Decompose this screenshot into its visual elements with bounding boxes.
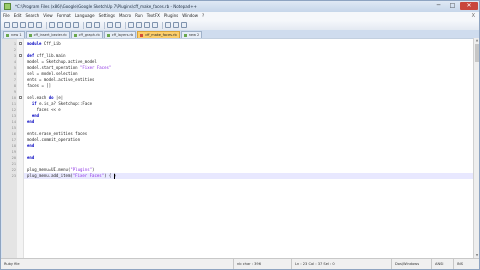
tab-label: new 1 (11, 33, 22, 37)
status-position: Ln : 23 Col : 37 Sel : 0 (291, 259, 391, 269)
saved-file-icon (73, 34, 77, 37)
paste-icon[interactable] (73, 22, 79, 28)
code-line[interactable]: end (27, 119, 34, 125)
macro-stop-icon[interactable] (173, 22, 179, 28)
maximize-button[interactable]: □ (446, 2, 459, 10)
macro-play-icon[interactable] (181, 22, 187, 28)
fold-toggle-icon[interactable] (19, 42, 22, 45)
menu-window[interactable]: Window (180, 12, 200, 20)
code-line[interactable]: module Cff_Lib (27, 41, 61, 47)
status-bar: Ruby file nb char : 396 Ln : 23 Col : 37… (1, 258, 479, 269)
window-title: *C:\Program Files (x86)\Google\Google Sk… (15, 4, 197, 9)
tab-5[interactable]: new 2 (180, 31, 203, 38)
menu-help[interactable]: ? (200, 12, 206, 20)
line-number: 23 (11, 174, 16, 178)
saved-file-icon (183, 34, 187, 37)
line-number-gutter: 1 2 3 4 5 6 7 8 9 10 11 12 13 14 15 16 17 18 19 20 21 22 23 (2, 39, 17, 259)
tab-label: cff_layers.rb (111, 33, 134, 37)
menu-edit[interactable]: Edit (12, 12, 24, 20)
tab-2[interactable]: cff_graph.rb (70, 31, 103, 38)
tab-bar: new 1 cff_insert_bezier.rb cff_graph.rb cff… (1, 30, 479, 38)
menu-language[interactable]: Language (73, 12, 97, 20)
status-encoding: ANSI (431, 259, 453, 269)
close-window-button[interactable]: ✕ (460, 2, 478, 10)
menu-format[interactable]: Format (55, 12, 73, 20)
fold-margin[interactable] (17, 39, 24, 259)
new-icon[interactable] (4, 22, 10, 28)
toolbar-separator (104, 21, 105, 29)
status-mode: INS (453, 259, 479, 269)
copy-icon[interactable] (65, 22, 71, 28)
menu-view[interactable]: View (41, 12, 55, 20)
tab-label: cff_make_faces.rb (145, 33, 177, 37)
open-icon[interactable] (12, 22, 18, 28)
title-bar: *C:\Program Files (x86)\Google\Google Sk… (1, 1, 479, 12)
unsaved-file-icon (140, 34, 144, 37)
menu-settings[interactable]: Settings (97, 12, 117, 20)
toolbar-separator (125, 21, 126, 29)
code-line[interactable]: plug_menu.add_item("Fixer Faces") { } (27, 173, 116, 179)
wrap-icon[interactable] (144, 22, 150, 28)
code-editor[interactable]: 1 2 3 4 5 6 7 8 9 10 11 12 13 14 15 16 17 18 19 20 21 22 23 mo… (2, 38, 473, 259)
menu-macro[interactable]: Macro (117, 12, 133, 20)
menu-file[interactable]: File (1, 12, 12, 20)
minimize-button[interactable]: ─ (432, 2, 445, 10)
macro-record-icon[interactable] (165, 22, 171, 28)
tab-label: cff_insert_bezier.rb (33, 33, 67, 37)
code-line[interactable]: end (27, 155, 34, 161)
menu-plugins[interactable]: Plugins (162, 12, 180, 20)
tab-label: cff_graph.rb (78, 33, 100, 37)
save-icon[interactable] (20, 22, 26, 28)
vertical-scrollbar[interactable]: ▲ ▼ (473, 38, 479, 258)
notepad-app-icon (4, 3, 11, 10)
menu-textfx[interactable]: TextFX (145, 12, 162, 20)
notepad-plus-plus-window: *C:\Program Files (x86)\Google\Google Sk… (0, 0, 480, 270)
close-document-icon[interactable]: X (472, 12, 475, 20)
tab-label: new 2 (188, 33, 200, 37)
scroll-thumb[interactable] (475, 44, 479, 62)
toolbar-separator (83, 21, 84, 29)
cut-icon[interactable] (57, 22, 63, 28)
code-line[interactable]: faces = [] (27, 83, 51, 89)
saved-file-icon (106, 34, 110, 37)
saved-file-icon (28, 34, 32, 37)
menu-search[interactable]: Search (23, 12, 41, 20)
status-length: nb char : 396 (233, 259, 291, 269)
replace-icon[interactable] (115, 22, 121, 28)
print-icon[interactable] (49, 22, 55, 28)
saved-file-icon (6, 34, 9, 37)
save-all-icon[interactable] (28, 22, 34, 28)
text-caret (113, 173, 115, 179)
toolbar (1, 20, 479, 30)
close-icon[interactable] (36, 22, 42, 28)
undo-icon[interactable] (86, 22, 92, 28)
toolbar-separator (162, 21, 163, 29)
tab-3[interactable]: cff_layers.rb (103, 31, 137, 38)
tab-1[interactable]: cff_insert_bezier.rb (25, 31, 70, 38)
code-line[interactable]: end (27, 143, 34, 149)
tab-4[interactable]: cff_make_faces.rb (137, 31, 180, 38)
redo-icon[interactable] (94, 22, 100, 28)
scroll-up-icon[interactable]: ▲ (474, 38, 480, 43)
status-file-type: Ruby file (4, 262, 20, 266)
status-eol: Dos\Windows (391, 259, 431, 269)
zoom-in-icon[interactable] (128, 22, 134, 28)
fold-toggle-icon[interactable] (19, 54, 22, 57)
menu-run[interactable]: Run (133, 12, 145, 20)
indent-icon[interactable] (152, 22, 158, 28)
zoom-out-icon[interactable] (136, 22, 142, 28)
tab-0[interactable]: new 1 (3, 31, 25, 38)
toolbar-separator (46, 21, 47, 29)
fold-toggle-icon[interactable] (19, 96, 22, 99)
find-icon[interactable] (107, 22, 113, 28)
menu-bar: File Edit Search View Format Language Se… (1, 12, 479, 20)
code-line[interactable]: model.commit_operation (27, 137, 80, 143)
